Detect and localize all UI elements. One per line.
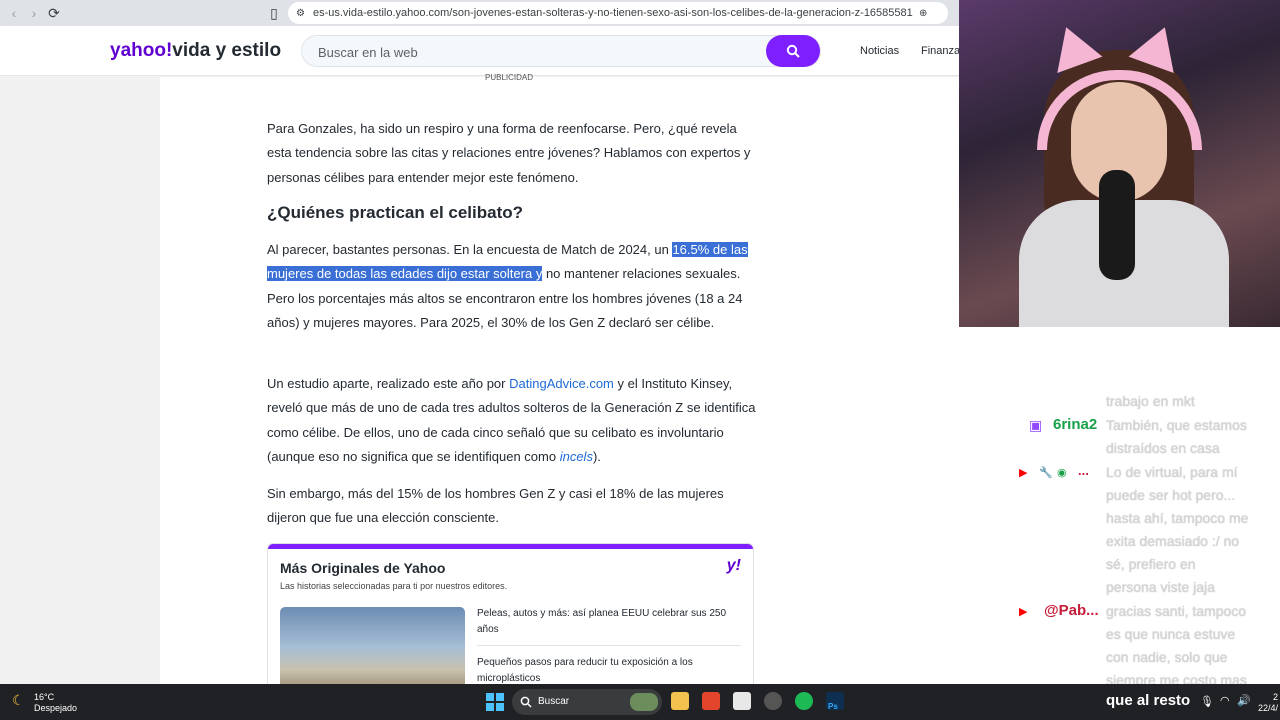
ad-label: PUBLICIDAD [485,73,534,82]
chat-line: siempre me costo mas [1106,672,1247,684]
taskbar-search-label: Buscar [538,696,570,707]
bookmark-icon[interactable]: ▯ [264,3,284,23]
section-heading: ¿Quiénes practican el celibato? [267,203,524,222]
zoom-icon[interactable]: ⊕ [919,8,927,19]
chat-username-1: 6rina2 [1053,416,1098,433]
nav-noticias[interactable]: Noticias [860,45,899,57]
chat-line: puede ser hot pero... [1106,487,1236,503]
chat-username-3: @Pab... [1044,602,1099,619]
member-badge-icon: ◉ [1057,467,1067,479]
paragraph-4: Sin embargo, más del 15% de los hombres … [267,486,724,526]
youtube-icon: ▶ [1019,606,1028,618]
p3-text-before: Un estudio aparte, realizado este año po… [267,376,510,391]
microphone-icon[interactable]: 🎙 [1200,695,1214,708]
chat-username-2: ... [1078,463,1089,478]
chat-line: También, que estamos [1106,417,1247,433]
brave-browser-icon[interactable] [702,692,720,710]
app-icon[interactable] [733,692,751,710]
card-accent-bar [268,544,753,549]
logo-brand: yahoo! [110,40,173,61]
moon-icon: ☾ [12,692,25,708]
more-originals-card: Más Originales de Yahoo Las historias se… [267,543,754,688]
taskbar: ☾ 16°C Despejado Buscar Ps 🎙 ◠ 🔊 2 22/4/ [0,684,1280,720]
windows-start-icon[interactable] [486,693,504,711]
paragraph-1: Para Gonzales, ha sido un respiro y una … [267,121,751,185]
paragraph-2: Al parecer, bastantes personas. En la en… [267,238,757,335]
card-title: Más Originales de Yahoo [280,560,446,576]
youtube-icon: ▶ [1019,467,1028,479]
paragraph-3: Un estudio aparte, realizado este año po… [267,372,757,469]
chat-line: gracias santi, tampoco [1106,603,1247,619]
weather-widget[interactable]: 16°C Despejado [34,692,77,714]
logo-section: vida y estilo [172,40,282,61]
chat-line: es que nunca estuve [1106,626,1236,642]
site-header: yahoo!vida y estilo Buscar en la web Not… [0,26,960,76]
clock-time: 2 [1272,692,1278,702]
chat-line: Lo de virtual, para mí [1106,464,1238,480]
microphone-icon [1099,170,1135,280]
stream-caption: que al resto [1106,692,1191,709]
twitch-icon: ▣ [1029,417,1043,433]
screen: ‹ › ⟳ ▯ ⚙ es-us.vida-estilo.yahoo.com/so… [0,0,1280,720]
chat-line: hasta ahí, tampoco me [1106,510,1249,526]
chat-line: persona viste jaja [1106,579,1215,595]
browser-toolbar: ‹ › ⟳ ▯ ⚙ es-us.vida-estilo.yahoo.com/so… [0,0,960,26]
p2-text-before: Al parecer, bastantes personas. En la en… [267,242,673,257]
spotify-icon[interactable] [795,692,813,710]
back-icon[interactable]: ‹ [4,3,24,23]
reload-icon[interactable]: ⟳ [44,3,64,23]
story-item-1[interactable]: Peleas, autos y más: así planea EEUU cel… [477,606,745,638]
chat-line: con nadie, solo que [1106,649,1228,665]
webcam-feed [959,0,1280,327]
chat-line: distraídos en casa [1106,440,1220,456]
photoshop-icon[interactable]: Ps [826,692,844,711]
search-box[interactable]: Buscar en la web [301,35,821,67]
site-settings-icon[interactable]: ⚙ [296,8,305,19]
wifi-icon[interactable]: ◠ [1220,694,1230,707]
yahoo-logo[interactable]: yahoo!vida y estilo [110,40,281,62]
taskbar-search[interactable]: Buscar [512,689,662,715]
clock-date: 22/4/ [1257,703,1278,713]
clock[interactable]: 2 22/4/ [1258,692,1278,714]
weather-desc: Despejado [34,703,78,713]
address-bar[interactable]: ⚙ es-us.vida-estilo.yahoo.com/son-jovene… [288,2,948,24]
divider [477,645,741,646]
obs-icon[interactable] [764,692,782,710]
incels-link[interactable]: incels [560,449,593,464]
datingadvice-link[interactable]: DatingAdvice.com [509,376,614,391]
forward-icon[interactable]: › [24,3,44,23]
search-highlight-icon [630,693,658,711]
yahoo-mark-icon: y! [726,557,741,574]
chat-line: exita demasiado :/ no [1106,533,1240,549]
volume-icon[interactable]: 🔊 [1237,694,1251,707]
file-explorer-icon[interactable] [671,692,689,710]
wrench-icon: 🔧 [1039,467,1053,479]
story-thumbnail[interactable] [280,607,465,687]
search-icon [520,696,532,708]
chat-line: trabajo en mkt [1106,393,1195,409]
search-button[interactable] [766,35,820,67]
nav-finanzas[interactable]: Finanza [921,45,960,57]
story-item-2[interactable]: Pequeños pasos para reducir tu exposició… [477,655,745,687]
search-icon [786,44,800,58]
weather-temp: 16°C [34,692,55,702]
search-input[interactable]: Buscar en la web [318,45,418,60]
p3-text-end: ). [592,448,601,464]
chat-line: sé, prefiero en [1106,556,1196,572]
card-subtitle: Las historias seleccionadas para ti por … [280,581,508,591]
url-text: es-us.vida-estilo.yahoo.com/son-jovenes-… [312,7,913,19]
